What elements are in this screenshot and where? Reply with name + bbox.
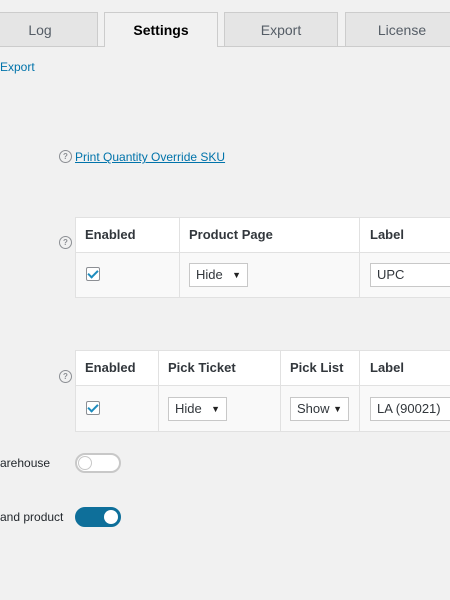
header-enabled: Enabled — [85, 227, 136, 242]
select-value: Show — [297, 401, 330, 416]
warehouse-toggle[interactable] — [75, 453, 121, 473]
product-label-table: Enabled Product Page Label Hide ▼ UPC — [75, 217, 450, 298]
dropdown-arrow-icon: ▼ — [333, 404, 342, 414]
enabled-checkbox[interactable] — [86, 401, 100, 415]
pick-ticket-select[interactable]: Hide ▼ — [168, 397, 227, 421]
tab-export[interactable]: Export — [224, 12, 338, 46]
help-icon[interactable]: ? — [59, 370, 72, 383]
toggle-knob — [78, 456, 92, 470]
header-pick-ticket: Pick Ticket — [168, 360, 236, 375]
help-icon[interactable]: ? — [59, 236, 72, 249]
tab-settings[interactable]: Settings — [104, 12, 218, 47]
header-product-page: Product Page — [189, 227, 273, 242]
product-toggle-label: and product — [0, 510, 64, 524]
enabled-checkbox[interactable] — [86, 267, 100, 281]
toggle-knob — [104, 510, 118, 524]
print-quantity-override-link[interactable]: Print Quantity Override SKU — [75, 150, 225, 164]
header-pick-list: Pick List — [290, 360, 344, 375]
header-label: Label — [370, 360, 404, 375]
warehouse-toggle-label: arehouse — [0, 456, 51, 470]
tab-log[interactable]: Log — [0, 12, 98, 46]
tab-license[interactable]: License — [345, 12, 450, 46]
column-divider — [280, 351, 281, 431]
dropdown-arrow-icon: ▼ — [232, 270, 241, 280]
product-page-select[interactable]: Hide ▼ — [189, 263, 248, 287]
column-divider — [359, 351, 360, 431]
column-divider — [179, 218, 180, 297]
help-icon[interactable]: ? — [59, 150, 72, 163]
column-divider — [359, 218, 360, 297]
pick-list-select[interactable]: Show ▼ — [290, 397, 349, 421]
select-value: Hide — [196, 267, 223, 282]
dropdown-arrow-icon: ▼ — [211, 404, 220, 414]
label-input[interactable]: LA (90021) — [370, 397, 450, 421]
export-link[interactable]: Export — [0, 60, 35, 74]
product-toggle[interactable] — [75, 507, 121, 527]
header-enabled: Enabled — [85, 360, 136, 375]
select-value: Hide — [175, 401, 202, 416]
column-divider — [158, 351, 159, 431]
header-label: Label — [370, 227, 404, 242]
label-input[interactable]: UPC — [370, 263, 450, 287]
pick-label-table: Enabled Pick Ticket Pick List Label Hide… — [75, 350, 450, 432]
